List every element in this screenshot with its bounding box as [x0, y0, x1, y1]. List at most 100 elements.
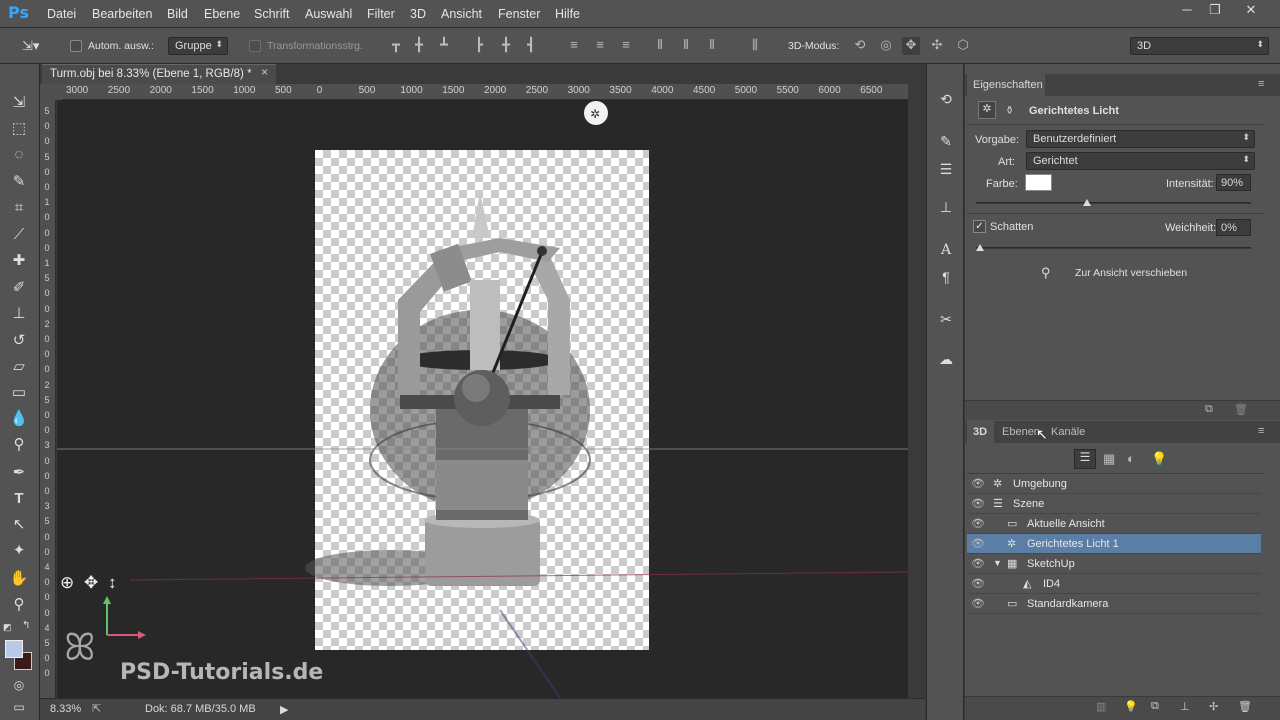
delete-icon[interactable]: 🗑	[1234, 403, 1248, 416]
tower-spike	[472, 192, 490, 238]
camera-icon: ▭	[1007, 598, 1018, 610]
clone-source-icon[interactable]: ⊥	[935, 196, 957, 218]
visibility-eye-icon[interactable]: 👁	[971, 597, 985, 610]
tab-layers[interactable]: Ebenen	[1002, 426, 1040, 438]
axis-x-arrow-icon	[138, 631, 146, 639]
move-to-view-icon[interactable]: ⚲	[1041, 265, 1051, 281]
updown-arrow-icon: ⬍	[1242, 132, 1250, 142]
properties-tab-label: Eigenschaften	[973, 79, 1043, 91]
tab-3d[interactable]: 3D	[967, 421, 994, 443]
export-icon[interactable]: ⇱	[92, 702, 101, 715]
camera-icon: ▭	[1007, 518, 1018, 530]
type-dropdown[interactable]: Gerichtet ⬍	[1026, 152, 1255, 170]
layer-row[interactable]: 👁 ☰ Szene	[967, 494, 1261, 514]
filter-whole-scene-icon[interactable]: ☰	[1074, 449, 1096, 469]
pan-camera-icon[interactable]: ✥	[84, 573, 98, 593]
layer-row[interactable]: 👁 ▭ Standardkamera	[967, 594, 1261, 614]
light-indicator-glyph: ✲	[590, 107, 600, 121]
watermark-text: PSD-Tutorials.de	[120, 660, 324, 685]
softness-label: Weichheit:	[1165, 222, 1217, 234]
layer-row[interactable]: 👁 ▼ ▦ SketchUp	[967, 554, 1261, 574]
render-icon[interactable]: ⧉	[1151, 700, 1159, 713]
document-size: Dok: 68.7 MB/35.0 MB	[145, 703, 256, 715]
ground-icon[interactable]: ⊥	[1180, 700, 1190, 713]
softness-field[interactable]: 0%	[1216, 219, 1251, 236]
status-bar: 8.33% ⇱ Dok: 68.7 MB/35.0 MB ▶	[40, 698, 925, 720]
properties-footer	[965, 400, 1280, 420]
panel-icon-dock: ⟲ ✎ ☰ ⊥ A ¶ ✂ ☁	[926, 64, 964, 720]
layer-row-label: Gerichtetes Licht 1	[1027, 538, 1119, 550]
ground-axis-diag	[499, 609, 561, 699]
move-to-view-label[interactable]: Zur Ansicht verschieben	[1075, 267, 1187, 279]
layer-row-label: SketchUp	[1027, 558, 1075, 570]
mesh-icon: ▦	[1007, 558, 1018, 570]
filter-materials-icon[interactable]: ◐	[1127, 451, 1135, 466]
render-icon[interactable]: ⧉	[1205, 403, 1213, 416]
divider	[967, 124, 1265, 125]
light-rod-tip	[537, 246, 547, 256]
softness-slider-track[interactable]	[976, 247, 1251, 249]
layers-footer	[965, 696, 1280, 720]
brush-presets-icon[interactable]: ☰	[935, 158, 957, 180]
color-label: Farbe:	[986, 178, 1018, 190]
tab-channels[interactable]: Kanäle	[1051, 426, 1085, 438]
panel-menu-icon[interactable]: ≡	[1258, 425, 1264, 437]
visibility-eye-icon[interactable]: 👁	[971, 477, 985, 490]
light-type-icon[interactable]: ✲	[978, 101, 996, 119]
properties-title: Gerichtetes Licht	[1029, 105, 1119, 117]
orbit-camera-icon[interactable]: ⊕	[60, 573, 74, 593]
new-light-icon[interactable]: 💡	[1124, 700, 1138, 713]
intensity-slider-thumb[interactable]	[1083, 199, 1092, 206]
delete-icon[interactable]: 🗑	[1238, 700, 1252, 713]
environment-icon: ✲	[993, 478, 1003, 490]
shadow-checkbox[interactable]: ✓	[973, 220, 986, 233]
visibility-eye-icon[interactable]: 👁	[971, 577, 985, 590]
layer-row[interactable]: 👁 ✲ Gerichtetes Licht 1	[967, 534, 1261, 554]
intensity-label: Intensität:	[1166, 178, 1214, 190]
material-icon[interactable]: ⚱	[1005, 104, 1014, 117]
libraries-icon[interactable]: ☁	[935, 348, 957, 370]
visibility-eye-icon[interactable]: 👁	[971, 497, 985, 510]
layer-row-label: Standardkamera	[1027, 598, 1109, 610]
visibility-eye-icon[interactable]: 👁	[971, 557, 985, 570]
scene-icon: ☰	[993, 498, 1003, 510]
pin-icon[interactable]: ✢	[1209, 700, 1218, 713]
material-icon: ◭	[1023, 578, 1032, 590]
watermark-butterfly-icon: ꕤ	[64, 625, 96, 669]
softness-slider-thumb[interactable]	[976, 244, 984, 251]
status-menu-arrow-icon[interactable]: ▶	[280, 703, 288, 716]
light-color-swatch[interactable]	[1025, 174, 1052, 191]
layer-row-label: Umgebung	[1013, 478, 1067, 490]
panel-menu-icon[interactable]: ≡	[1258, 78, 1264, 90]
zoom-level[interactable]: 8.33%	[50, 703, 81, 715]
dolly-camera-icon[interactable]: ↕	[108, 573, 117, 593]
character-panel-icon[interactable]: A	[935, 239, 957, 261]
divider	[967, 213, 1265, 214]
intensity-field[interactable]: 90%	[1216, 174, 1251, 191]
brush-panel-icon[interactable]: ✎	[935, 130, 957, 152]
layer-row[interactable]: 👁 ▭ Aktuelle Ansicht	[967, 514, 1261, 534]
filter-meshes-icon[interactable]: ▦	[1103, 451, 1115, 467]
inner-column	[470, 280, 500, 370]
new-mesh-icon[interactable]: ▥	[1096, 700, 1106, 713]
type-value: Gerichtet	[1033, 155, 1078, 167]
axis-y-arrow-icon	[103, 596, 111, 604]
layer-row-label: Aktuelle Ansicht	[1027, 518, 1105, 530]
preset-label: Vorgabe:	[975, 134, 1020, 146]
preset-value: Benutzerdefiniert	[1033, 133, 1117, 145]
visibility-eye-icon[interactable]: 👁	[971, 517, 985, 530]
expand-triangle-icon[interactable]: ▼	[993, 558, 1002, 568]
layer-row[interactable]: 👁 ✲ Umgebung	[967, 474, 1261, 494]
tool-presets-icon[interactable]: ✂	[935, 308, 957, 330]
history-panel-icon[interactable]: ⟲	[935, 88, 957, 110]
filter-lights-icon[interactable]: 💡	[1151, 451, 1167, 467]
properties-tab[interactable]: Eigenschaften	[967, 74, 1045, 96]
paragraph-panel-icon[interactable]: ¶	[935, 266, 957, 288]
layer-row-label: Szene	[1013, 498, 1045, 510]
intensity-slider-track[interactable]	[976, 202, 1251, 204]
visibility-eye-icon[interactable]: 👁	[971, 537, 985, 550]
tab-3d-label: 3D	[973, 426, 988, 438]
preset-dropdown[interactable]: Benutzerdefiniert ⬍	[1026, 130, 1255, 148]
layer-row[interactable]: 👁 ◭ ID4	[967, 574, 1261, 594]
intensity-value: 90%	[1221, 177, 1244, 189]
